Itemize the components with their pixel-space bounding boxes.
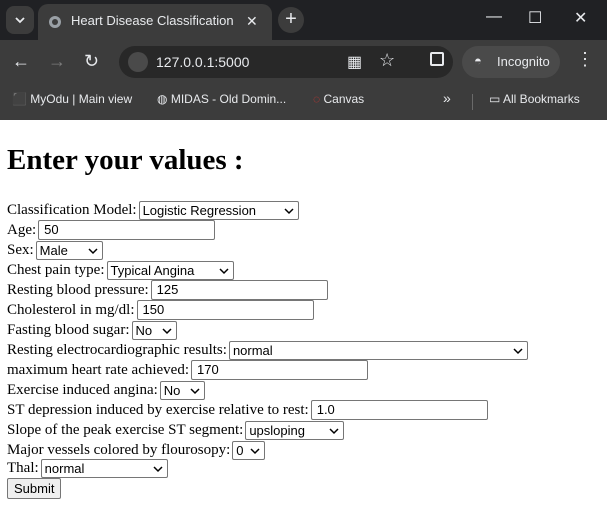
side-panel-icon[interactable]: [430, 52, 444, 66]
incognito-badge[interactable]: ◓ Incognito: [462, 46, 560, 78]
incognito-label: Incognito: [497, 54, 550, 69]
bookmark-icon: ⬛: [12, 92, 27, 106]
chevron-down-icon: [88, 247, 98, 254]
url-text: 127.0.0.1:5000: [156, 54, 250, 70]
resting-bp-input[interactable]: 125: [150, 280, 328, 300]
rest-ecg-select[interactable]: normal: [228, 340, 528, 360]
model-select[interactable]: Logistic Regression: [138, 200, 299, 220]
age-row: Age: 50: [7, 220, 216, 240]
chevron-down-icon: [284, 207, 294, 214]
chevron-down-icon: [329, 427, 339, 434]
fasting-sugar-select[interactable]: No: [131, 320, 177, 340]
globe-icon: ◍: [157, 92, 168, 106]
resting-bp-row: Resting blood pressure: 125: [7, 280, 328, 300]
chevron-down-icon: [15, 17, 25, 24]
browser-chrome: Heart Disease Classification ✕ + — ☐ ✕ ←…: [0, 0, 607, 120]
st-depression-label: ST depression induced by exercise relati…: [7, 401, 309, 418]
sex-select[interactable]: Male: [35, 240, 103, 260]
more-bookmarks-icon[interactable]: »: [443, 90, 451, 106]
fasting-sugar-row: Fasting blood sugar: No: [7, 320, 177, 340]
ex-angina-select[interactable]: No: [159, 380, 205, 400]
max-hr-input[interactable]: 170: [191, 360, 368, 380]
menu-icon[interactable]: ⋮: [576, 50, 594, 68]
bookmarks-divider: [472, 94, 473, 110]
page-title: Enter your values :: [7, 144, 244, 176]
bookmark-star-icon[interactable]: ☆: [379, 50, 395, 71]
vessels-label: Major vessels colored by flourosopy:: [7, 441, 231, 458]
reload-icon[interactable]: ↻: [84, 51, 99, 72]
close-window-icon[interactable]: ✕: [574, 8, 587, 28]
sex-row: Sex: Male: [7, 240, 103, 260]
age-input[interactable]: 50: [38, 220, 216, 240]
resting-bp-label: Resting blood pressure:: [7, 281, 149, 298]
chevron-down-icon: [513, 347, 523, 354]
tab-search-button[interactable]: [6, 6, 34, 34]
st-depression-row: ST depression induced by exercise relati…: [7, 400, 488, 420]
chevron-down-icon: [153, 465, 163, 472]
rest-ecg-row: Resting electrocardiographic results: no…: [7, 340, 528, 360]
max-hr-row: maximum heart rate achieved: 170: [7, 360, 368, 380]
sex-label: Sex:: [7, 241, 34, 258]
forward-icon[interactable]: →: [48, 51, 66, 72]
cholesterol-label: Cholesterol in mg/dl:: [7, 301, 135, 318]
tab-strip: Heart Disease Classification ✕ + — ☐ ✕: [0, 0, 607, 40]
cholesterol-row: Cholesterol in mg/dl: 150: [7, 300, 314, 320]
all-bookmarks[interactable]: ▭ All Bookmarks: [489, 92, 580, 106]
st-depression-input[interactable]: 1.0: [310, 400, 488, 420]
fasting-sugar-label: Fasting blood sugar:: [7, 321, 130, 338]
chevron-down-icon: [218, 267, 229, 274]
chevron-down-icon: [190, 387, 200, 394]
rest-ecg-label: Resting electrocardiographic results:: [7, 341, 227, 358]
minimize-icon[interactable]: —: [486, 8, 502, 26]
chevron-down-icon: [250, 447, 260, 454]
max-hr-label: maximum heart rate achieved:: [7, 361, 189, 378]
bookmark-myodu[interactable]: ⬛ MyOdu | Main view: [12, 92, 132, 106]
back-icon[interactable]: ←: [12, 51, 30, 72]
age-label: Age:: [7, 221, 37, 238]
thal-label: Thal:: [7, 459, 39, 476]
close-tab-icon[interactable]: ✕: [246, 13, 258, 30]
folder-icon: ▭: [489, 92, 501, 106]
site-info-icon[interactable]: [128, 52, 148, 72]
bookmarks-bar: ⬛ MyOdu | Main view ◍ MIDAS - Old Domin.…: [0, 84, 607, 120]
new-tab-button[interactable]: +: [278, 7, 304, 33]
submit-button[interactable]: Submit: [7, 478, 62, 499]
model-row: Classification Model: Logistic Regressio…: [7, 200, 299, 220]
slope-select[interactable]: upsloping: [245, 420, 345, 440]
cholesterol-input[interactable]: 150: [136, 300, 314, 320]
model-label: Classification Model:: [7, 201, 137, 218]
browser-tab[interactable]: Heart Disease Classification ✕: [38, 4, 272, 40]
bookmark-midas[interactable]: ◍ MIDAS - Old Domin...: [157, 92, 286, 106]
vessels-select[interactable]: 0: [232, 440, 266, 460]
chest-pain-select[interactable]: Typical Angina: [106, 260, 234, 280]
chest-pain-row: Chest pain type: Typical Angina: [7, 260, 234, 280]
vessels-row: Major vessels colored by flourosopy: 0: [7, 440, 266, 460]
ex-angina-label: Exercise induced angina:: [7, 381, 158, 398]
bookmark-canvas[interactable]: ◌ Canvas: [313, 92, 364, 106]
thal-row: Thal: normal: [7, 458, 168, 478]
ex-angina-row: Exercise induced angina: No: [7, 380, 205, 400]
globe-icon: [49, 16, 61, 28]
chevron-down-icon: [161, 327, 172, 334]
thal-select[interactable]: normal: [40, 458, 168, 478]
canvas-icon: ◌: [313, 92, 321, 106]
incognito-icon: ◓: [474, 53, 482, 68]
chest-pain-label: Chest pain type:: [7, 261, 105, 278]
qr-code-icon[interactable]: ▦: [347, 52, 362, 72]
address-bar[interactable]: 127.0.0.1:5000 ▦ ☆: [119, 46, 453, 78]
tab-title: Heart Disease Classification: [71, 13, 234, 28]
slope-label: Slope of the peak exercise ST segment:: [7, 421, 244, 438]
maximize-icon[interactable]: ☐: [528, 8, 542, 28]
slope-row: Slope of the peak exercise ST segment: u…: [7, 420, 345, 440]
